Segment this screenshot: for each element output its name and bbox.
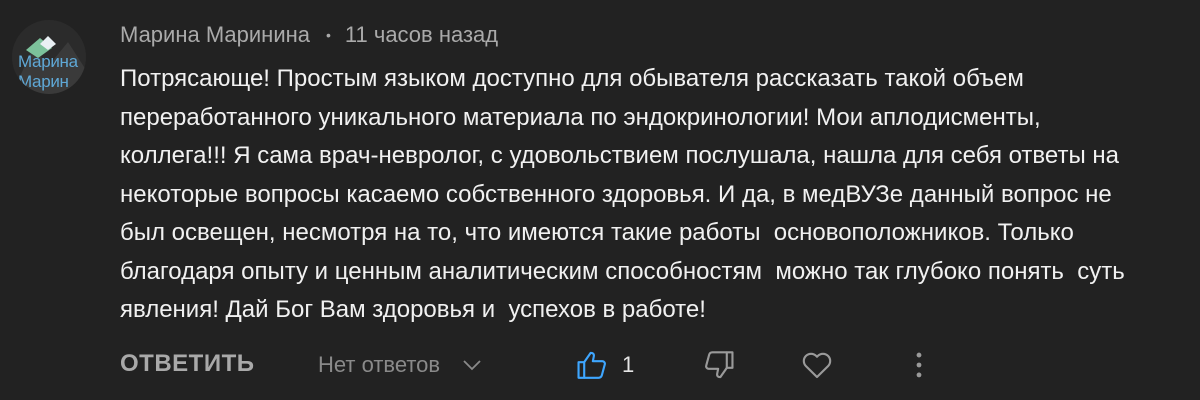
avatar[interactable]: Марина Марин: [12, 20, 86, 94]
comment-actions: ОТВЕТИТЬ Нет ответов 1: [120, 346, 1180, 386]
thumbs-down-icon[interactable]: [702, 348, 736, 387]
replies-label: Нет ответов: [318, 352, 441, 377]
chevron-down-icon: [462, 359, 482, 371]
thumbs-up-icon[interactable]: [575, 348, 609, 387]
more-vertical-icon[interactable]: [902, 348, 936, 387]
comment-header: Марина Маринина • 11 часов назад: [120, 20, 498, 50]
avatar-text: Марина Марин: [12, 52, 86, 92]
replies-toggle[interactable]: Нет ответов: [318, 352, 482, 378]
comment-time[interactable]: 11 часов назад: [345, 22, 498, 48]
like-count: 1: [622, 352, 635, 377]
separator-dot: •: [326, 27, 331, 43]
author-name[interactable]: Марина Маринина: [120, 22, 310, 48]
comment-text: Потрясающе! Простым языком доступно для …: [120, 65, 1125, 323]
comment: Марина Марин Марина Маринина • 11 часов …: [0, 0, 1200, 400]
heart-icon[interactable]: [800, 348, 834, 387]
reply-button[interactable]: ОТВЕТИТЬ: [120, 350, 255, 378]
avatar-text-line1: Марина: [18, 52, 78, 71]
avatar-text-line2: Марин: [18, 72, 69, 91]
